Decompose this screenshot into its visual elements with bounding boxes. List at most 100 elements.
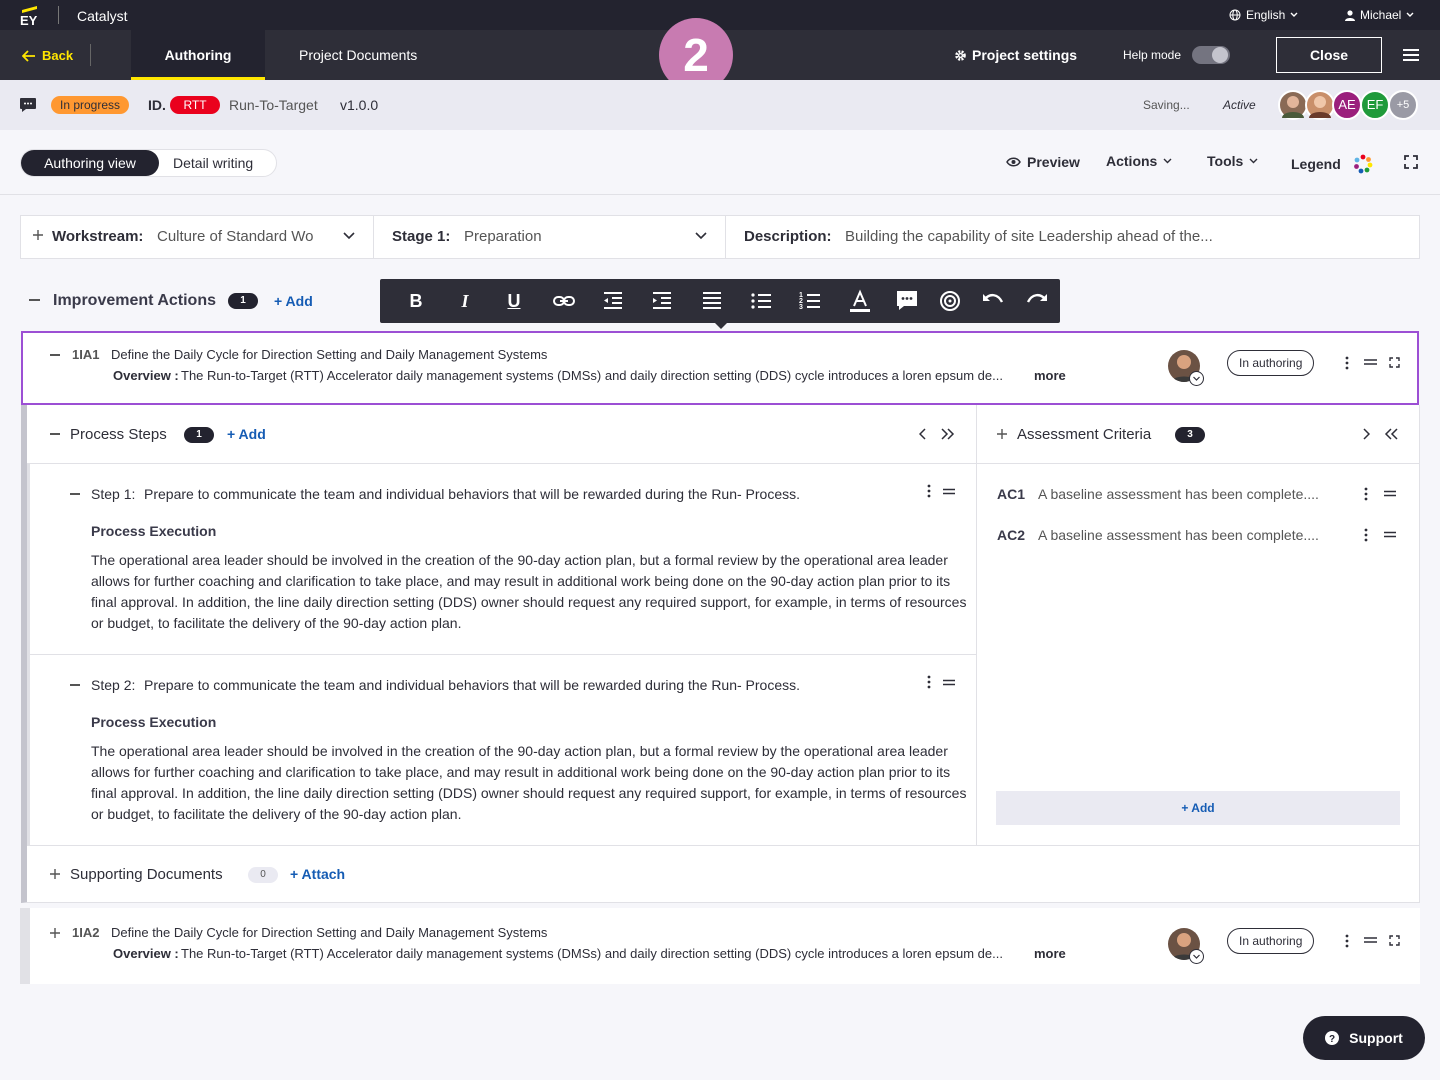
numbered-list-icon[interactable]: 123 bbox=[798, 289, 822, 313]
support-label: Support bbox=[1349, 1030, 1403, 1046]
close-button[interactable]: Close bbox=[1276, 37, 1382, 73]
action-title: Define the Daily Cycle for Direction Set… bbox=[111, 925, 548, 940]
chevron-down-icon[interactable] bbox=[1189, 371, 1204, 386]
bold-icon[interactable]: B bbox=[404, 289, 428, 313]
preview-button[interactable]: Preview bbox=[1006, 154, 1080, 170]
legend-button[interactable]: Legend bbox=[1291, 154, 1373, 174]
language-selector[interactable]: English bbox=[1229, 8, 1298, 22]
step-paragraph: The operational area leader should be in… bbox=[91, 743, 967, 822]
collapse-minus-icon[interactable] bbox=[29, 299, 40, 301]
kebab-menu-icon[interactable] bbox=[922, 484, 936, 498]
tools-label: Tools bbox=[1207, 153, 1244, 169]
collapse-minus-icon[interactable] bbox=[70, 684, 80, 686]
undo-icon[interactable] bbox=[981, 289, 1005, 313]
chevron-down-icon[interactable] bbox=[695, 232, 707, 240]
detail-writing-button[interactable]: Detail writing bbox=[173, 150, 253, 176]
drag-handle-icon[interactable] bbox=[1384, 490, 1396, 497]
expand-icon[interactable] bbox=[1389, 357, 1400, 368]
support-button[interactable]: ? Support bbox=[1303, 1016, 1425, 1060]
chevron-down-icon[interactable] bbox=[1189, 949, 1204, 964]
project-settings-button[interactable]: Project settings bbox=[954, 47, 1077, 63]
workstream-value[interactable]: Culture of Standard Wo bbox=[157, 228, 313, 245]
avatar[interactable] bbox=[1305, 90, 1335, 120]
drag-handle-icon[interactable] bbox=[943, 679, 955, 686]
indent-icon[interactable] bbox=[650, 289, 674, 313]
section-heading: Process Execution bbox=[91, 523, 217, 539]
add-criteria-button[interactable]: + Add bbox=[996, 791, 1400, 825]
project-settings-label: Project settings bbox=[972, 47, 1078, 63]
user-menu[interactable]: Michael bbox=[1345, 8, 1414, 22]
status-badge[interactable]: In authoring bbox=[1227, 928, 1315, 954]
tab-authoring[interactable]: Authoring bbox=[131, 30, 265, 80]
criteria-text[interactable]: A baseline assessment has been complete.… bbox=[1038, 486, 1319, 502]
fullscreen-icon[interactable] bbox=[1404, 155, 1418, 169]
expand-plus-icon[interactable] bbox=[50, 928, 60, 938]
double-chevron-left-icon[interactable] bbox=[1384, 428, 1398, 440]
chevron-left-icon[interactable] bbox=[919, 428, 927, 440]
help-mode-toggle[interactable] bbox=[1192, 46, 1230, 64]
hamburger-menu-icon[interactable] bbox=[1403, 48, 1419, 62]
chevron-right-icon[interactable] bbox=[1362, 428, 1370, 440]
collapse-minus-icon[interactable] bbox=[50, 354, 60, 356]
status-bar: In progress ID. RTT Run-To-Target v1.0.0… bbox=[0, 80, 1440, 130]
expand-icon[interactable] bbox=[1389, 935, 1400, 946]
text-color-icon[interactable] bbox=[848, 289, 872, 313]
add-improvement-button[interactable]: + Add bbox=[274, 293, 313, 309]
avatar[interactable] bbox=[1278, 90, 1308, 120]
bullet-list-icon[interactable] bbox=[749, 289, 773, 313]
drag-handle-icon[interactable] bbox=[1364, 936, 1377, 944]
more-link[interactable]: more bbox=[1034, 368, 1066, 383]
attach-button[interactable]: + Attach bbox=[290, 866, 345, 882]
kebab-menu-icon[interactable] bbox=[1340, 356, 1354, 370]
authoring-view-button[interactable]: Authoring view bbox=[21, 150, 159, 176]
app-name: Catalyst bbox=[77, 8, 128, 24]
kebab-menu-icon[interactable] bbox=[922, 675, 936, 689]
double-chevron-right-icon[interactable] bbox=[941, 428, 955, 440]
preview-label: Preview bbox=[1027, 154, 1080, 170]
status-badge[interactable]: In authoring bbox=[1227, 350, 1315, 376]
overview-label: Overview : bbox=[113, 368, 179, 383]
avatar-overflow[interactable]: +5 bbox=[1388, 90, 1418, 120]
drag-handle-icon[interactable] bbox=[1364, 358, 1377, 366]
add-process-step-button[interactable]: + Add bbox=[227, 426, 266, 442]
align-icon[interactable] bbox=[700, 289, 724, 313]
spiral-icon[interactable] bbox=[938, 289, 962, 313]
collapse-minus-icon[interactable] bbox=[70, 493, 80, 495]
expand-plus-icon[interactable] bbox=[50, 869, 60, 879]
kebab-menu-icon[interactable] bbox=[1359, 528, 1373, 542]
tools-dropdown[interactable]: Tools bbox=[1207, 153, 1258, 169]
chevron-down-icon bbox=[1249, 158, 1258, 164]
improvement-actions-title: Improvement Actions bbox=[53, 292, 216, 309]
chevron-down-icon[interactable] bbox=[343, 232, 355, 240]
collapse-minus-icon[interactable] bbox=[50, 433, 60, 435]
action-id: 1IA1 bbox=[72, 347, 100, 362]
active-label: Active bbox=[1223, 98, 1256, 112]
drag-handle-icon[interactable] bbox=[1384, 531, 1396, 538]
underline-icon[interactable]: U bbox=[502, 289, 526, 313]
expand-plus-icon[interactable] bbox=[33, 230, 43, 240]
comment-icon[interactable] bbox=[895, 289, 919, 313]
avatar[interactable]: AE bbox=[1332, 90, 1362, 120]
kebab-menu-icon[interactable] bbox=[1359, 487, 1373, 501]
view-mode-toggle: Authoring view Detail writing bbox=[20, 149, 277, 177]
globe-icon bbox=[1229, 9, 1241, 21]
toolbar-pointer bbox=[714, 322, 728, 329]
description-value[interactable]: Building the capability of site Leadersh… bbox=[845, 228, 1213, 245]
italic-icon[interactable]: I bbox=[453, 289, 477, 313]
drag-handle-icon[interactable] bbox=[943, 488, 955, 495]
actions-dropdown[interactable]: Actions bbox=[1106, 153, 1172, 169]
redo-icon[interactable] bbox=[1025, 289, 1049, 313]
kebab-menu-icon[interactable] bbox=[1340, 934, 1354, 948]
criteria-text[interactable]: A baseline assessment has been complete.… bbox=[1038, 527, 1319, 543]
stage-value[interactable]: Preparation bbox=[464, 228, 542, 245]
tab-project-documents[interactable]: Project Documents bbox=[299, 30, 417, 80]
chat-icon[interactable] bbox=[19, 97, 37, 113]
more-link[interactable]: more bbox=[1034, 946, 1066, 961]
overview-label: Overview : bbox=[113, 946, 179, 961]
expand-plus-icon[interactable] bbox=[997, 429, 1007, 439]
avatar[interactable]: EF bbox=[1360, 90, 1390, 120]
outdent-icon[interactable] bbox=[601, 289, 625, 313]
back-button[interactable]: Back bbox=[22, 48, 73, 63]
chevron-down-icon bbox=[1290, 12, 1298, 18]
link-icon[interactable] bbox=[552, 289, 576, 313]
